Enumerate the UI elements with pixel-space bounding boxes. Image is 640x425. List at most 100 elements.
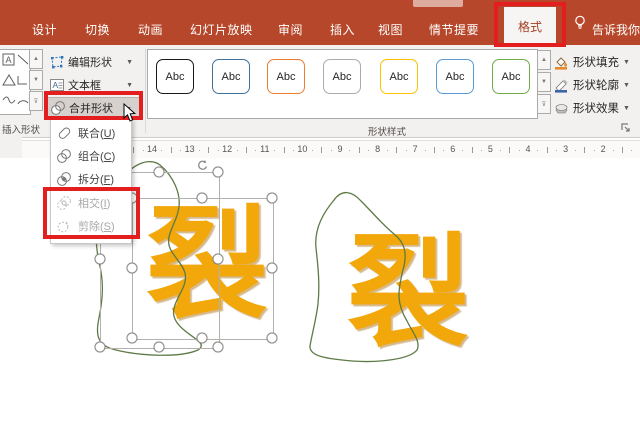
ruler-tick: [237, 150, 238, 151]
menu-item-label: 组合(C): [78, 148, 115, 164]
ruler-tick: [368, 150, 369, 151]
selection-handle[interactable]: [95, 254, 106, 265]
selection-handle[interactable]: [197, 333, 208, 344]
ruler-tick: [255, 150, 256, 151]
shape-style-thumbnail-2[interactable]: Abc: [267, 59, 305, 94]
ruler-tick: [556, 150, 557, 151]
selection-handle[interactable]: [197, 193, 208, 204]
shape-style-thumbnail-5[interactable]: Abc: [436, 59, 474, 94]
dropdown-caret-icon: ▼: [623, 59, 630, 66]
fragment-icon: [56, 171, 72, 187]
selection-handle[interactable]: [127, 263, 138, 274]
insert-shapes-scrollbar: ▲ ▼ ⊽: [29, 49, 43, 113]
ruler-tick: [143, 150, 144, 151]
dialog-launcher-icon[interactable]: [620, 121, 632, 139]
selection-handle[interactable]: [213, 167, 224, 178]
shape-style-thumbnail-0[interactable]: Abc: [156, 59, 194, 94]
dropdown-caret-icon: ▼: [623, 82, 630, 89]
shape-style-thumbnail-3[interactable]: Abc: [323, 59, 361, 94]
ribbon-tab-1[interactable]: 切换: [85, 21, 110, 38]
ribbon-tab-3[interactable]: 幻灯片放映: [190, 21, 253, 38]
svg-text:A: A: [6, 55, 12, 65]
ruler-tick: [359, 147, 360, 153]
ruler-tick: [519, 150, 520, 151]
selection-handle[interactable]: [267, 263, 278, 274]
ruler-tick: [443, 150, 444, 151]
ruler-number: 6: [450, 144, 455, 154]
edit-shape-icon: [49, 54, 65, 70]
ruler-tick: [509, 147, 510, 153]
shape-style-thumbnail-6[interactable]: Abc: [492, 59, 530, 94]
ruler-tick: [321, 147, 322, 153]
ruler-tick: [331, 150, 332, 151]
shape-style-thumbnail-4[interactable]: Abc: [380, 59, 418, 94]
ribbon-tab-clipped[interactable]: 开始: [0, 21, 9, 38]
ribbon-tab-7[interactable]: 情节提要: [429, 21, 479, 38]
style-scroll-up-button[interactable]: ▲: [537, 50, 551, 70]
ruler-tick: [171, 147, 172, 153]
ruler-tick: [312, 150, 313, 151]
ruler-tick: [537, 150, 538, 151]
selection-handle[interactable]: [267, 333, 278, 344]
menu-item-combine[interactable]: 组合(C): [51, 144, 131, 167]
ruler-tick: [575, 150, 576, 151]
shape-fill-label: 形状填充: [573, 54, 619, 70]
gallery-scroll-up-button[interactable]: ▲: [29, 49, 43, 69]
ruler-tick: [631, 150, 632, 151]
shape-tool-icons: A: [0, 50, 30, 114]
ruler-tick: [293, 150, 294, 151]
ruler-number: 8: [375, 144, 380, 154]
ruler-tick: [481, 150, 482, 151]
ribbon-tab-6[interactable]: 视图: [378, 21, 403, 38]
style-more-button[interactable]: ⊽: [537, 94, 551, 114]
selection-handle[interactable]: [154, 167, 165, 178]
selection-handle[interactable]: [127, 333, 138, 344]
shape-styles-group-label: 形状样式: [368, 124, 406, 138]
shape-effects-icon: [554, 101, 569, 116]
ruler-tick: [613, 150, 614, 151]
ribbon-tab-0[interactable]: 设计: [32, 21, 57, 38]
ruler-tick: [274, 150, 275, 151]
menu-item-union[interactable]: 联合(U): [51, 121, 131, 144]
shape-effects-button[interactable]: 形状效果 ▼: [554, 98, 630, 118]
gallery-more-button[interactable]: ⊽: [29, 91, 43, 111]
edit-shape-button[interactable]: 编辑形状 ▼: [46, 51, 141, 73]
ruler-tick: [218, 150, 219, 151]
ribbon-tab-5[interactable]: 插入: [330, 21, 355, 38]
ruler-tick: [406, 150, 407, 151]
shape-outline-label: 形状轮廓: [573, 77, 619, 93]
mouse-cursor-icon: [123, 103, 137, 128]
menu-item-label: 拆分(F): [78, 171, 114, 187]
shape-fill-button[interactable]: 形状填充 ▼: [554, 52, 630, 72]
style-scroll-down-button[interactable]: ▼: [537, 72, 551, 92]
shape-style-thumbnail-1[interactable]: Abc: [212, 59, 250, 94]
selection-handle[interactable]: [213, 342, 224, 353]
selection-handle[interactable]: [95, 342, 106, 353]
ruler-number: 7: [413, 144, 418, 154]
shape-outline-icon: [554, 78, 569, 93]
ribbon-tab-4[interactable]: 审阅: [278, 21, 303, 38]
ribbon-tab-2[interactable]: 动画: [138, 21, 163, 38]
ruler-tick: [161, 150, 162, 151]
ruler-number: 11: [260, 144, 269, 154]
shape-outline-button[interactable]: 形状轮廓 ▼: [554, 75, 630, 95]
ruler-tick: [425, 150, 426, 151]
ruler-tick: [387, 150, 388, 151]
selection-box-wordart[interactable]: [132, 198, 274, 340]
gallery-scroll-down-button[interactable]: ▼: [29, 70, 43, 90]
tell-me-box[interactable]: 告诉我你: [592, 21, 640, 38]
ruler-number: 5: [488, 144, 493, 154]
wordart-text-right[interactable]: 裂: [347, 228, 469, 358]
selection-handle[interactable]: [213, 254, 224, 265]
ruler-tick: [622, 147, 623, 153]
insert-shapes-gallery[interactable]: A: [0, 49, 31, 115]
ruler-tick: [246, 147, 247, 153]
lightbulb-icon: [573, 15, 587, 36]
ruler-number: 2: [601, 144, 606, 154]
selection-handle[interactable]: [267, 193, 278, 204]
rotate-handle-icon[interactable]: [196, 159, 209, 177]
ruler-tick: [396, 147, 397, 153]
selection-handle[interactable]: [154, 342, 165, 353]
ruler-tick: [349, 150, 350, 151]
ruler-number: 14: [147, 144, 157, 154]
